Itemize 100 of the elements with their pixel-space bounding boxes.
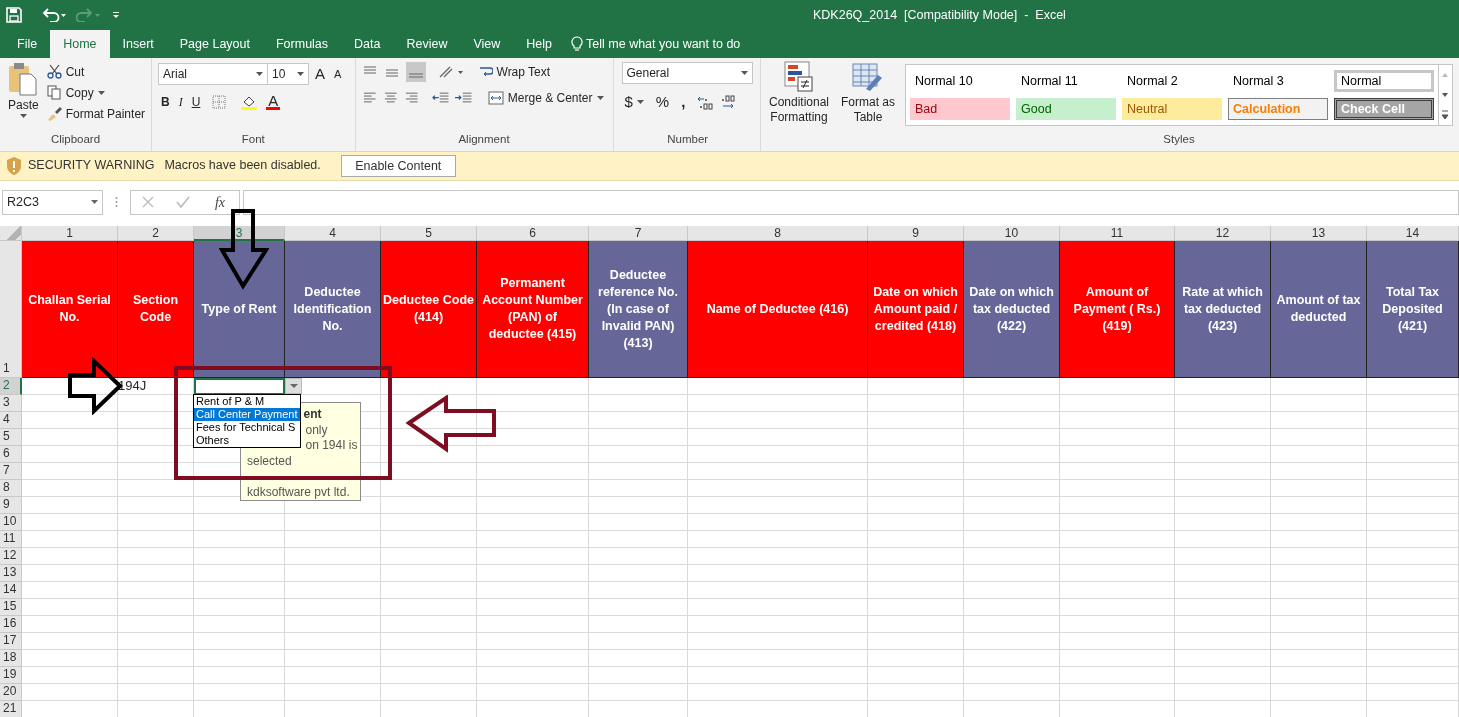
align-right-icon[interactable] [404, 90, 420, 105]
grow-font-button[interactable]: A [312, 61, 328, 87]
formula-input[interactable] [243, 189, 1459, 215]
font-name-field[interactable]: Arial [158, 63, 268, 86]
fill-color-icon[interactable] [241, 94, 258, 111]
comment-text: on 194I is [305, 438, 358, 454]
row-header[interactable]: 20 [0, 684, 22, 702]
table-cell-text: 194J [118, 378, 148, 396]
row-header[interactable]: 9 [0, 497, 22, 515]
row-header[interactable]: 16 [0, 616, 22, 634]
cut-button[interactable]: Cut [43, 61, 149, 82]
enable-content-button[interactable]: Enable Content [340, 154, 456, 177]
column-header[interactable]: 7 [589, 226, 688, 242]
warning-title: SECURITY WARNING [28, 157, 155, 175]
row-header[interactable]: 5 [0, 429, 22, 447]
align-bottom-icon[interactable] [405, 61, 426, 82]
column-header[interactable]: 4 [285, 226, 381, 242]
decrease-indent-icon[interactable] [431, 90, 450, 105]
column-header[interactable]: 10 [964, 226, 1060, 242]
comma-button[interactable]: , [678, 89, 689, 115]
ribbon-tab[interactable]: File [4, 29, 51, 58]
row-header[interactable]: 3 [0, 395, 22, 413]
row-header[interactable]: 14 [0, 582, 22, 600]
ribbon-tab[interactable]: Insert [109, 29, 167, 58]
row-header[interactable]: 11 [0, 531, 22, 549]
ribbon-tab[interactable]: View [460, 29, 514, 58]
group-label: Font [241, 133, 265, 146]
list-option[interactable]: Others [194, 434, 300, 448]
insert-function-button[interactable]: fx [211, 190, 228, 214]
row-header[interactable]: 4 [0, 412, 22, 430]
orientation-icon[interactable] [437, 64, 464, 79]
style-option[interactable]: Neutral [1122, 97, 1222, 120]
column-header[interactable]: 5 [381, 226, 477, 242]
italic-button[interactable]: I [175, 92, 186, 113]
copy-button[interactable]: Copy [43, 82, 149, 103]
row-header[interactable]: 8 [0, 480, 22, 498]
ribbon-tab[interactable]: Data [341, 29, 394, 58]
group-label: Number [667, 133, 709, 146]
column-header[interactable]: 9 [868, 226, 964, 242]
row-header[interactable]: 15 [0, 599, 22, 617]
row-header[interactable]: 17 [0, 633, 22, 651]
currency-button[interactable]: $ [621, 89, 647, 115]
style-option[interactable]: Good [1016, 97, 1116, 120]
undo-icon[interactable] [42, 7, 66, 22]
align-center-icon[interactable] [383, 90, 399, 105]
style-option[interactable]: Normal [1334, 69, 1434, 92]
merge-center-button[interactable]: Merge & Center [484, 87, 607, 108]
dropdown-button[interactable] [285, 378, 302, 395]
column-header[interactable]: 12 [1175, 226, 1271, 242]
row-header[interactable]: 1 [0, 241, 22, 379]
wrap-text-button[interactable]: Wrap Text [475, 61, 554, 82]
column-header[interactable]: 1 [22, 226, 118, 242]
row-header[interactable]: 18 [0, 650, 22, 668]
ribbon-tab[interactable]: Formulas [262, 29, 342, 58]
font-size-field[interactable]: 10 [267, 63, 309, 86]
ribbon-tab[interactable]: Home [50, 29, 110, 58]
row-header[interactable]: 13 [0, 565, 22, 583]
decrease-decimal-icon[interactable] [719, 94, 736, 111]
shrink-font-button[interactable]: A [331, 64, 345, 84]
column-header[interactable]: 3 [194, 226, 285, 242]
tell-me-field[interactable]: Tell me what you want to do [586, 34, 741, 54]
ribbon-tab[interactable]: Review [393, 29, 461, 58]
conditional-formatting-button[interactable]: Conditional Formatting [765, 60, 833, 151]
column-header[interactable]: 14 [1367, 226, 1459, 242]
style-option[interactable]: Bad [910, 97, 1010, 120]
row-header[interactable]: 19 [0, 667, 22, 685]
list-option[interactable]: Fees for Technical S [194, 421, 300, 435]
underline-button[interactable]: U [188, 92, 204, 113]
column-header[interactable]: 11 [1060, 226, 1175, 242]
column-header[interactable]: 8 [688, 226, 868, 242]
active-cell[interactable] [194, 378, 285, 396]
ribbon-tab[interactable]: Help [513, 29, 566, 58]
name-box[interactable]: R2C3 [2, 189, 103, 215]
format-painter-button[interactable]: Format Painter [43, 103, 149, 124]
increase-decimal-icon[interactable] [697, 94, 714, 111]
check-icon[interactable] [175, 196, 190, 208]
column-header[interactable]: 13 [1271, 226, 1367, 242]
row-header[interactable]: 6 [0, 446, 22, 464]
row-header[interactable]: 12 [0, 548, 22, 566]
row-header[interactable]: 10 [0, 514, 22, 532]
font-color-button[interactable]: A [266, 94, 281, 111]
save-icon[interactable] [6, 6, 22, 23]
row-header[interactable]: 2 [0, 378, 22, 396]
bold-button[interactable]: B [158, 92, 173, 113]
row-header[interactable]: 21 [0, 701, 22, 717]
list-option[interactable]: Rent of P & M [194, 395, 300, 409]
ribbon-tab[interactable]: Page Layout [166, 29, 263, 58]
column-title: Rate at which tax deducted (423) [1175, 241, 1271, 379]
format-as-table-button[interactable]: Format as Table [837, 60, 899, 151]
row-header[interactable]: 7 [0, 463, 22, 481]
customize-icon[interactable] [112, 10, 120, 19]
align-left-icon[interactable] [361, 90, 377, 105]
percent-button[interactable]: % [652, 89, 673, 115]
column-header[interactable]: 2 [118, 226, 194, 242]
list-option[interactable]: Call Center Payment [194, 408, 300, 422]
number-format-field[interactable]: General [621, 61, 753, 84]
column-title: Permanent Account Number (PAN) of deductee (415) [477, 241, 589, 379]
increase-indent-icon[interactable] [455, 90, 473, 105]
paste-button[interactable]: Paste [6, 61, 41, 124]
column-header[interactable]: 6 [477, 226, 589, 242]
